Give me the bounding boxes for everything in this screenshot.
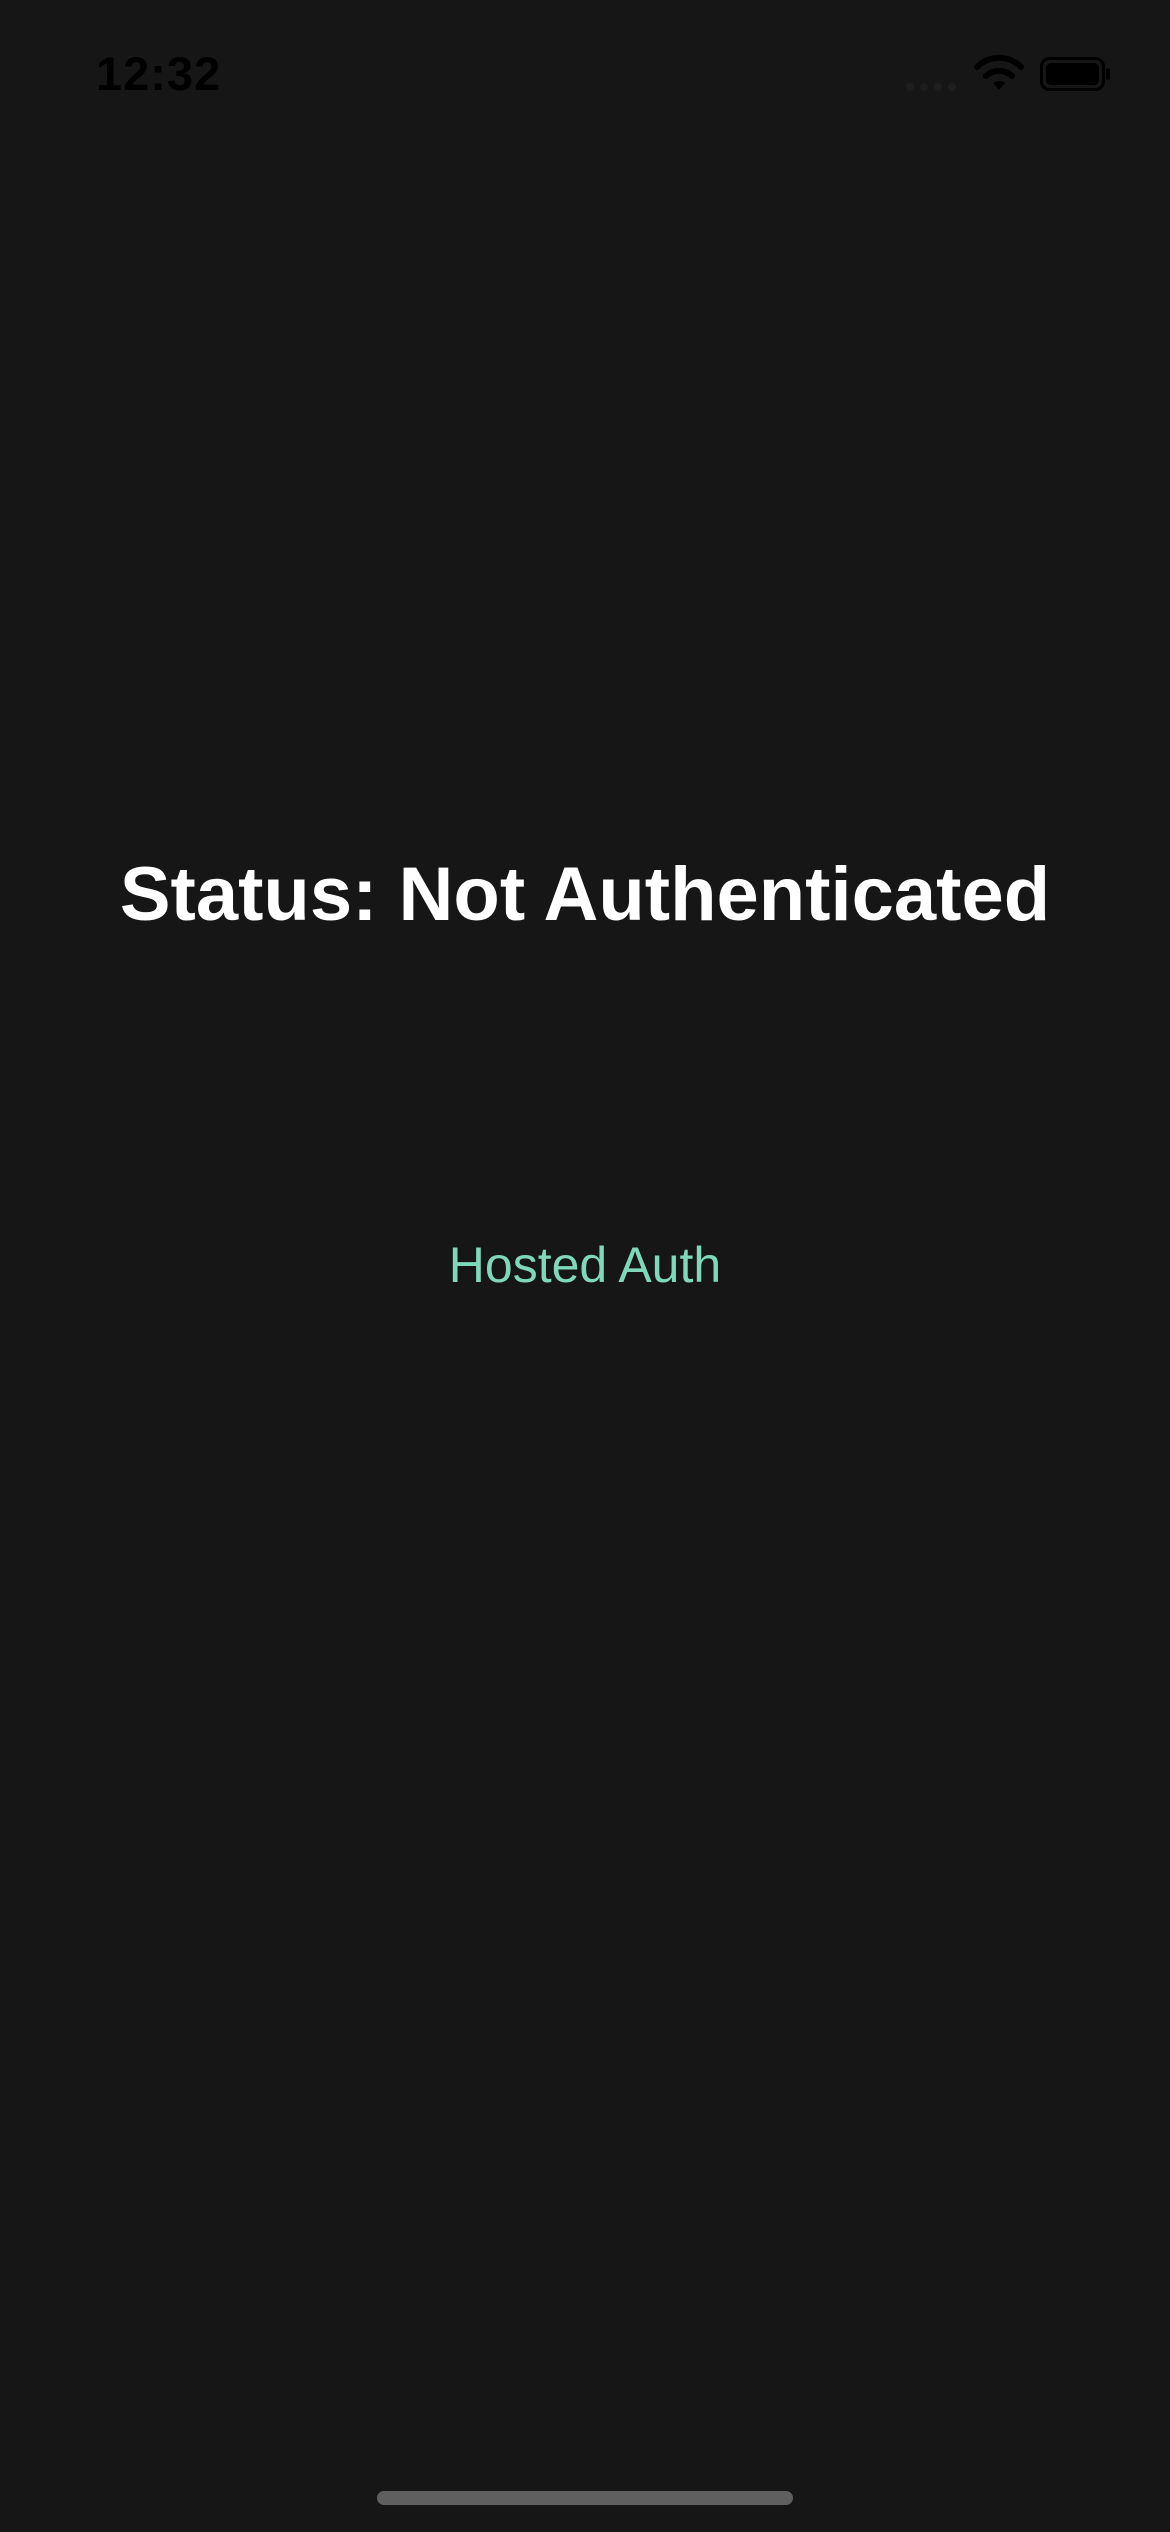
home-indicator[interactable] [377,2491,793,2505]
hosted-auth-button[interactable]: Hosted Auth [385,1225,785,1305]
wifi-icon [974,54,1024,90]
auth-status-label: Status: Not Authenticated [119,852,1051,937]
status-time: 12:32 [96,47,222,100]
signal-icon [906,83,956,91]
status-bar: 12:32 [0,0,1170,150]
battery-icon [1040,57,1110,91]
